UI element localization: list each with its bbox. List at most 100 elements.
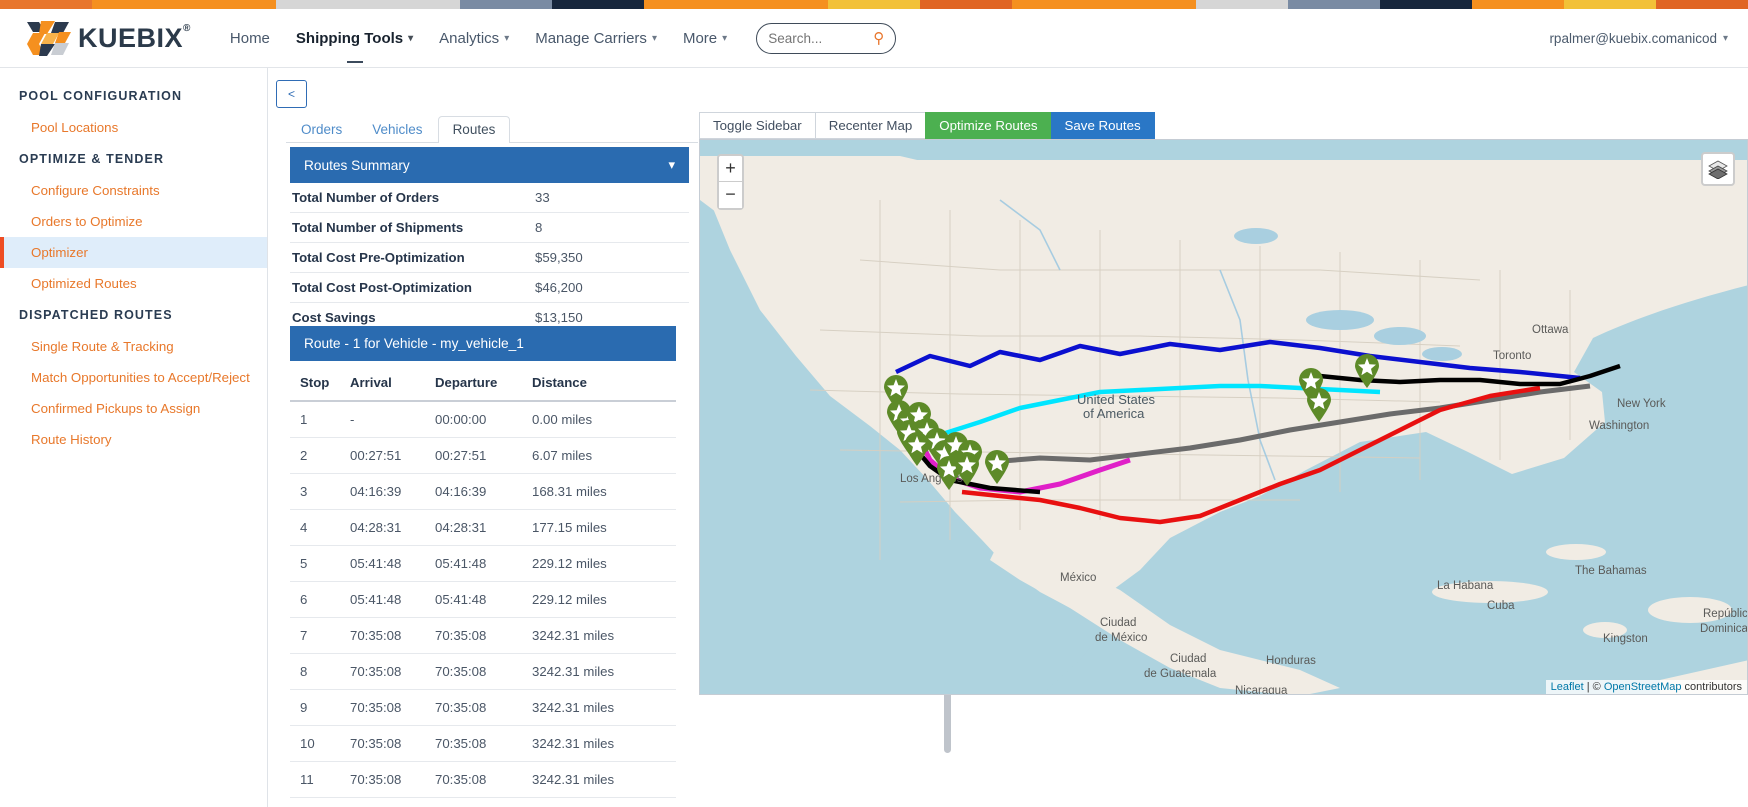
nav-item-manage-carriers[interactable]: Manage Carriers ▾	[522, 24, 670, 53]
toggle-sidebar-button[interactable]: Toggle Sidebar	[699, 112, 815, 139]
nav-item-analytics[interactable]: Analytics ▾	[426, 24, 522, 53]
distance-cell: 3242.31 miles	[528, 690, 676, 726]
stop-cell: 5	[290, 546, 346, 582]
departure-cell: 04:16:39	[431, 474, 528, 510]
summary-value: $13,150	[535, 310, 583, 325]
chevron-down-icon: ▾	[722, 33, 727, 44]
table-row[interactable]: 304:16:3904:16:39168.31 miles	[290, 474, 676, 510]
center-panel: < Orders Vehicles Routes Routes Summary …	[268, 68, 698, 807]
sidebar-item-optimized-routes[interactable]: Optimized Routes	[0, 268, 267, 299]
zoom-control[interactable]: + −	[717, 154, 744, 210]
chevron-down-icon: ▾	[504, 33, 509, 44]
sidebar-group-dispatched-routes: DISPATCHED ROUTES	[0, 299, 267, 331]
brand-wordmark: KUEBIX®	[78, 23, 191, 54]
tab-orders[interactable]: Orders	[286, 116, 357, 143]
table-row[interactable]: 1170:35:0870:35:083242.31 miles	[290, 762, 676, 798]
col-departure: Departure	[431, 361, 528, 401]
layers-icon[interactable]	[1701, 152, 1735, 186]
sidebar-item-optimizer[interactable]: Optimizer	[0, 237, 267, 268]
search-icon[interactable]: ⚲	[873, 29, 884, 47]
table-row[interactable]: 200:27:5100:27:516.07 miles	[290, 438, 676, 474]
user-menu[interactable]: rpalmer@kuebix.comanicod ▾	[1549, 31, 1728, 46]
stripe-segment-12	[1104, 0, 1196, 9]
search-input[interactable]	[768, 31, 869, 46]
table-row[interactable]: 770:35:0870:35:083242.31 miles	[290, 618, 676, 654]
arrival-cell: 04:16:39	[346, 474, 431, 510]
table-row[interactable]: 970:35:0870:35:083242.31 miles	[290, 690, 676, 726]
sidebar-item-configure-constraints[interactable]: Configure Constraints	[0, 175, 267, 206]
leaflet-link[interactable]: Leaflet	[1551, 681, 1584, 693]
sidebar-item-single-route-tracking[interactable]: Single Route & Tracking	[0, 331, 267, 362]
table-row[interactable]: 404:28:3104:28:31177.15 miles	[290, 510, 676, 546]
distance-cell: 168.31 miles	[528, 474, 676, 510]
route-detail-header[interactable]: Route - 1 for Vehicle - my_vehicle_1	[290, 326, 676, 361]
map-marker-pin[interactable]	[1354, 354, 1380, 388]
sidebar-item-confirmed-pickups[interactable]: Confirmed Pickups to Assign	[0, 393, 267, 424]
sidebar-item-match-opportunities[interactable]: Match Opportunities to Accept/Reject	[0, 362, 267, 393]
osm-link[interactable]: OpenStreetMap	[1604, 681, 1682, 693]
attr-suffix: contributors	[1681, 681, 1742, 693]
distance-cell: 3242.31 miles	[528, 654, 676, 690]
recenter-map-button[interactable]: Recenter Map	[815, 112, 926, 139]
tab-routes[interactable]: Routes	[438, 116, 511, 143]
nav-label: Manage Carriers	[535, 30, 647, 47]
sidebar-item-pool-locations[interactable]: Pool Locations	[0, 112, 267, 143]
table-row[interactable]: 870:35:0870:35:083242.31 miles	[290, 654, 676, 690]
stripe-segment-4	[368, 0, 460, 9]
location-pin-icon	[1354, 354, 1380, 388]
optimize-routes-button[interactable]: Optimize Routes	[925, 112, 1050, 139]
back-button[interactable]: <	[276, 80, 307, 108]
table-row[interactable]: 505:41:4805:41:48229.12 miles	[290, 546, 676, 582]
chevron-down-icon: ▾	[652, 33, 657, 44]
map-marker-pin[interactable]	[1306, 388, 1332, 422]
stripe-segment-15	[1380, 0, 1472, 9]
distance-cell: 0.00 miles	[528, 401, 676, 438]
summary-key: Total Number of Orders	[292, 190, 535, 205]
stops-table: Stop Arrival Departure Distance 1-00:00:…	[290, 361, 676, 798]
stop-cell: 3	[290, 474, 346, 510]
zoom-in-button[interactable]: +	[719, 156, 742, 182]
nav-item-shipping-tools[interactable]: Shipping Tools ▾	[283, 24, 426, 53]
location-pin-icon	[984, 450, 1010, 484]
summary-row: Total Number of Shipments 8	[290, 213, 689, 243]
search-box[interactable]: ⚲	[756, 23, 896, 54]
save-routes-button[interactable]: Save Routes	[1051, 112, 1155, 139]
stop-cell: 10	[290, 726, 346, 762]
departure-cell: 70:35:08	[431, 762, 528, 798]
stripe-segment-11	[1012, 0, 1104, 9]
map-tiles	[700, 140, 1748, 695]
routes-summary-header[interactable]: Routes Summary ▾	[290, 147, 689, 183]
departure-cell: 70:35:08	[431, 654, 528, 690]
chevron-down-icon: ▾	[1723, 33, 1728, 44]
arrival-cell: -	[346, 401, 431, 438]
map-marker-pin[interactable]	[954, 452, 980, 486]
map-attribution: Leaflet | © OpenStreetMap contributors	[1546, 680, 1747, 694]
departure-cell: 70:35:08	[431, 690, 528, 726]
nav-item-home[interactable]: Home	[217, 24, 283, 53]
app-header: KUEBIX® Home Shipping Tools ▾ Analytics …	[0, 9, 1748, 68]
leaflet-map[interactable]: OttawaTorontoNew YorkWashingtonUnited St…	[699, 139, 1748, 695]
stop-cell: 1	[290, 401, 346, 438]
nav-label: More	[683, 30, 717, 47]
brand-logo[interactable]: KUEBIX®	[25, 18, 191, 58]
nav-label: Home	[230, 30, 270, 47]
summary-key: Cost Savings	[292, 310, 535, 325]
table-row[interactable]: 605:41:4805:41:48229.12 miles	[290, 582, 676, 618]
stripe-segment-8	[736, 0, 828, 9]
zoom-out-button[interactable]: −	[719, 182, 742, 208]
nav-item-more[interactable]: More ▾	[670, 24, 740, 53]
stripe-segment-6	[552, 0, 644, 9]
arrival-cell: 05:41:48	[346, 582, 431, 618]
sidebar-item-route-history[interactable]: Route History	[0, 424, 267, 455]
table-row[interactable]: 1070:35:0870:35:083242.31 miles	[290, 726, 676, 762]
chevron-down-icon[interactable]: ▾	[668, 157, 675, 173]
copyright-symbol: ©	[1593, 681, 1604, 693]
table-header-row: Stop Arrival Departure Distance	[290, 361, 676, 401]
table-row[interactable]: 1-00:00:000.00 miles	[290, 401, 676, 438]
stripe-segment-10	[920, 0, 1012, 9]
sidebar-item-orders-to-optimize[interactable]: Orders to Optimize	[0, 206, 267, 237]
map-marker-pin[interactable]	[984, 450, 1010, 484]
attr-separator: |	[1584, 681, 1593, 693]
tab-vehicles[interactable]: Vehicles	[357, 116, 437, 143]
arrival-cell: 05:41:48	[346, 546, 431, 582]
